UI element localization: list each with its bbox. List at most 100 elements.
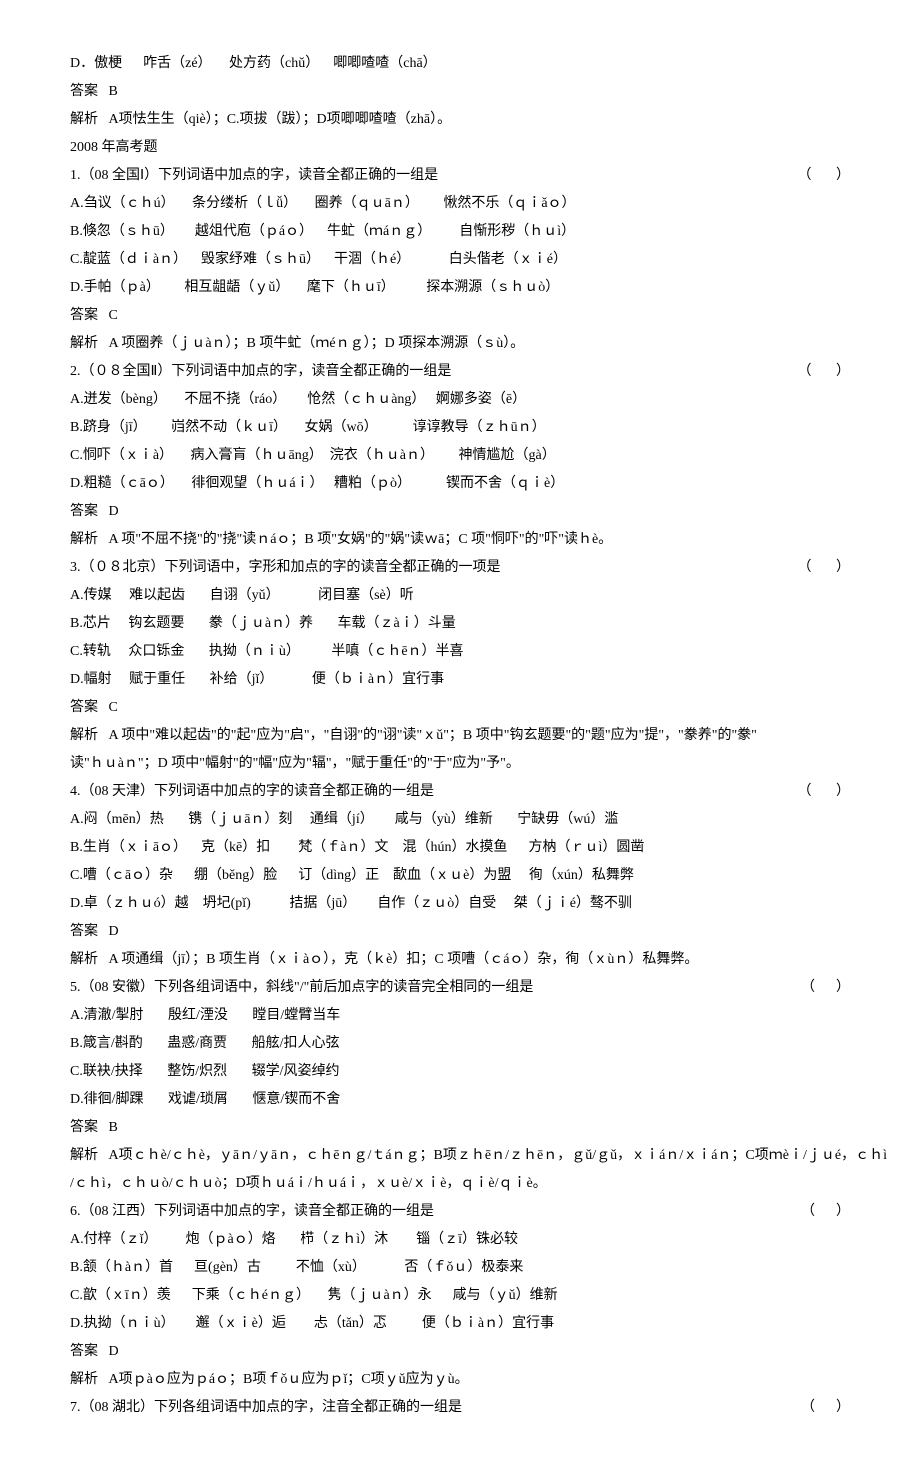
line-text: A.迸发（bèng） 不屈不挠（ráo） 怆然（ｃｈｕàng） 婀娜多姿（ē）: [70, 392, 526, 407]
line-text: C.靛蓝（ｄｉàｎ） 毁家纾难（ｓｈū） 干涸（ｈé） 白头偕老（ｘｉé）: [70, 252, 567, 267]
line-text: 答案 C: [70, 700, 118, 715]
line-text: B.颔（ｈàｎ）首 亘(gèn）古 不恤（xù） 否（ｆǒｕ）极泰来: [70, 1260, 523, 1275]
answer-bracket: （ ）: [801, 1198, 850, 1226]
line-text: B.倏忽（ｓｈū） 越俎代庖（ｐáｏ） 牛虻（ｍáｎｇ） 自惭形秽（ｈｕì）: [70, 224, 575, 239]
line-text: 答案 C: [70, 308, 118, 323]
text-line: C.嘈（ｃāｏ）杂 绷（běng）脸 订（dìng）正 歃血（ｘｕè）为盟 徇（…: [70, 862, 850, 890]
text-line: A.清澈/掣肘 殷红/湮没 瞠目/螳臂当车: [70, 1002, 850, 1030]
text-line: 2.（０８全国Ⅱ）下列词语中加点的字，读音全都正确的一组是（ ）: [70, 358, 850, 386]
text-line: A.闷（mēn）热 镌（ｊｕāｎ）刻 通缉（jí） 咸与（yù）维新 宁缺毋（w…: [70, 806, 850, 834]
text-line: 答案 B: [70, 1114, 850, 1142]
text-line: 答案 B: [70, 78, 850, 106]
line-text: B.箴言/斟酌 蛊惑/商贾 船舷/扣人心弦: [70, 1036, 340, 1051]
text-line: C.歆（ｘīｎ）羡 下乘（ｃｈéｎｇ） 隽（ｊｕàｎ）永 咸与（ｙǔ）维新: [70, 1282, 850, 1310]
text-line: D.执拗（ｎｉù） 邂（ｘｉè）逅 忐（tǎn）忑 便（ｂｉàｎ）宜行事: [70, 1310, 850, 1338]
text-line: 5.（08 安徽）下列各组词语中，斜线"/"前后加点字的读音完全相同的一组是 （ …: [70, 974, 850, 1002]
line-text: 解析 A项ｐàｏ应为ｐáｏ；B项ｆǒｕ应为ｐǐ；C项ｙǔ应为ｙù。: [70, 1372, 469, 1387]
text-line: 解析 A 项圈养（ｊｕàｎ）；B 项牛虻（ｍéｎｇ）；D 项探本溯源（ｓù）。: [70, 330, 850, 358]
answer-bracket: （ ）: [798, 554, 851, 582]
line-text: 解析 A 项通缉（jī）；B 项生肖（ｘｉàｏ），克（ｋè）扣；C 项嘈（ｃáｏ…: [70, 952, 698, 967]
line-text: D.卓（ｚｈｕó）越 坍圮(pǐ) 拮据（jū） 自作（ｚｕò）自受 桀（ｊｉé…: [70, 896, 632, 911]
line-text: 解析 A 项"不屈不挠"的"挠"读ｎáｏ；B 项"女娲"的"娲"读ｗā；C 项"…: [70, 532, 612, 547]
text-line: 答案 D: [70, 498, 850, 526]
text-line: A.传媒 难以起齿 自诩（yǔ） 闭目塞（sè）听: [70, 582, 850, 610]
line-text: C.联袂/抉择 整饬/炽烈 辍学/风姿绰约: [70, 1064, 340, 1079]
line-text: D.粗糙（ｃāｏ） 徘徊观望（ｈｕáｉ） 糟粕（ｐò） 锲而不舍（ｑｉè）: [70, 476, 564, 491]
line-text: 6.（08 江西）下列词语中加点的字，读音全都正确的一组是: [70, 1204, 434, 1219]
text-line: D.幅射 赋于重任 补给（jǐ） 便（ｂｉàｎ）宜行事: [70, 666, 850, 694]
text-line: 解析 A项ｐàｏ应为ｐáｏ；B项ｆǒｕ应为ｐǐ；C项ｙǔ应为ｙù。: [70, 1366, 850, 1394]
text-line: C.转轨 众口铄金 执拗（ｎｉù） 半嗔（ｃｈēｎ）半喜: [70, 638, 850, 666]
text-line: 4.（08 天津）下列词语中加点的字的读音全都正确的一组是 （ ）: [70, 778, 850, 806]
text-line: D．傲梗 咋舌（zé） 处方药（chǔ） 唧唧喳喳（chā）: [70, 50, 850, 78]
line-text: D．傲梗 咋舌（zé） 处方药（chǔ） 唧唧喳喳（chā）: [70, 56, 437, 71]
text-line: B.生肖（ｘｉāｏ） 克（kē）扣 梵（ｆàｎ）文 混（hún）水摸鱼 方枘（ｒ…: [70, 834, 850, 862]
line-text: C.恫吓（ｘｉà） 病入膏肓（ｈｕāng） 浣衣（ｈｕàｎ） 神情尴尬（gà）: [70, 448, 556, 463]
text-line: A.迸发（bèng） 不屈不挠（ráo） 怆然（ｃｈｕàng） 婀娜多姿（ē）: [70, 386, 850, 414]
text-line: 解析 A 项"不屈不挠"的"挠"读ｎáｏ；B 项"女娲"的"娲"读ｗā；C 项"…: [70, 526, 850, 554]
answer-bracket: （ ）: [798, 162, 851, 190]
text-line: D.徘徊/脚踝 戏谑/琐屑 惬意/锲而不舍: [70, 1086, 850, 1114]
line-text: A.清澈/掣肘 殷红/湮没 瞠目/螳臂当车: [70, 1008, 340, 1023]
line-text: C.歆（ｘīｎ）羡 下乘（ｃｈéｎｇ） 隽（ｊｕàｎ）永 咸与（ｙǔ）维新: [70, 1288, 558, 1303]
text-line: B.倏忽（ｓｈū） 越俎代庖（ｐáｏ） 牛虻（ｍáｎｇ） 自惭形秽（ｈｕì）: [70, 218, 850, 246]
line-text: 答案 D: [70, 504, 119, 519]
text-line: D.卓（ｚｈｕó）越 坍圮(pǐ) 拮据（jū） 自作（ｚｕò）自受 桀（ｊｉé…: [70, 890, 850, 918]
line-text: D.徘徊/脚踝 戏谑/琐屑 惬意/锲而不舍: [70, 1092, 340, 1107]
text-line: C.靛蓝（ｄｉàｎ） 毁家纾难（ｓｈū） 干涸（ｈé） 白头偕老（ｘｉé）: [70, 246, 850, 274]
line-text: 解析 A 项圈养（ｊｕàｎ）；B 项牛虻（ｍéｎｇ）；D 项探本溯源（ｓù）。: [70, 336, 524, 351]
line-text: D.手帕（ｐà） 相互龃龉（ｙǔ） 麾下（ｈｕī） 探本溯源（ｓｈｕò）: [70, 280, 559, 295]
text-line: 答案 C: [70, 302, 850, 330]
text-line: 读"ｈｕàｎ"；D 项中"幅射"的"幅"应为"辐"，"赋于重任"的"于"应为"予…: [70, 750, 850, 778]
answer-bracket: （ ）: [801, 974, 850, 1002]
text-line: A.刍议（ｃｈú） 条分缕析（ｌǚ） 圈养（ｑｕāｎ） 愀然不乐（ｑｉǎｏ）: [70, 190, 850, 218]
line-text: A.付梓（ｚǐ） 炮（ｐàｏ）烙 栉（ｚｈì）沐 锱（ｚī）铢必较: [70, 1232, 518, 1247]
text-line: 解析 A 项中"难以起齿"的"起"应为"启"，"自诩"的"诩"读"ｘǔ"；B 项…: [70, 722, 850, 750]
line-text: 3.（０８北京）下列词语中，字形和加点的字的读音全都正确的一项是: [70, 560, 501, 575]
text-line: 答案 D: [70, 918, 850, 946]
line-text: /ｃｈì，ｃｈｕò/ｃｈｕò；D项ｈｕáｉ/ｈｕáｉ，ｘｕè/ｘｉè，ｑｉè/ｑ…: [70, 1176, 547, 1191]
line-text: 答案 B: [70, 1120, 118, 1135]
text-line: 6.（08 江西）下列词语中加点的字，读音全都正确的一组是 （ ）: [70, 1198, 850, 1226]
text-line: 解析 A 项通缉（jī）；B 项生肖（ｘｉàｏ），克（ｋè）扣；C 项嘈（ｃáｏ…: [70, 946, 850, 974]
text-line: B.跻身（jī） 岿然不动（ｋｕī） 女娲（wō） 谆谆教导（ｚｈūｎ）: [70, 414, 850, 442]
line-text: 2008 年高考题: [70, 140, 158, 155]
line-text: A.刍议（ｃｈú） 条分缕析（ｌǚ） 圈养（ｑｕāｎ） 愀然不乐（ｑｉǎｏ）: [70, 196, 576, 211]
line-text: 解析 A项怯生生（qiè）；C.项拔（跋）；D项唧唧喳喳（zhā）。: [70, 112, 451, 127]
text-line: B.颔（ｈàｎ）首 亘(gèn）古 不恤（xù） 否（ｆǒｕ）极泰来: [70, 1254, 850, 1282]
line-text: B.芯片 钩玄题要 豢（ｊｕàｎ）养 车载（ｚàｉ）斗量: [70, 616, 456, 631]
line-text: 4.（08 天津）下列词语中加点的字的读音全都正确的一组是: [70, 784, 434, 799]
answer-bracket: （ ）: [798, 778, 851, 806]
document-body: D．傲梗 咋舌（zé） 处方药（chǔ） 唧唧喳喳（chā） 答案 B 解析 A项怯…: [70, 50, 850, 1422]
line-text: 2.（０８全国Ⅱ）下列词语中加点的字，读音全都正确的一组是: [70, 364, 451, 379]
text-line: 7.（08 湖北）下列各组词语中加点的字，注音全都正确的一组是 （ ）: [70, 1394, 850, 1422]
line-text: 答案 D: [70, 1344, 119, 1359]
text-line: D.手帕（ｐà） 相互龃龉（ｙǔ） 麾下（ｈｕī） 探本溯源（ｓｈｕò）: [70, 274, 850, 302]
text-line: B.芯片 钩玄题要 豢（ｊｕàｎ）养 车载（ｚàｉ）斗量: [70, 610, 850, 638]
text-line: 3.（０８北京）下列词语中，字形和加点的字的读音全都正确的一项是 （ ）: [70, 554, 850, 582]
text-line: 解析 A项怯生生（qiè）；C.项拔（跋）；D项唧唧喳喳（zhā）。: [70, 106, 850, 134]
text-line: 答案 D: [70, 1338, 850, 1366]
text-line: 2008 年高考题: [70, 134, 850, 162]
line-text: 答案 B: [70, 84, 118, 99]
text-line: A.付梓（ｚǐ） 炮（ｐàｏ）烙 栉（ｚｈì）沐 锱（ｚī）铢必较: [70, 1226, 850, 1254]
line-text: 答案 D: [70, 924, 119, 939]
text-line: /ｃｈì，ｃｈｕò/ｃｈｕò；D项ｈｕáｉ/ｈｕáｉ，ｘｕè/ｘｉè，ｑｉè/ｑ…: [70, 1170, 850, 1198]
line-text: B.生肖（ｘｉāｏ） 克（kē）扣 梵（ｆàｎ）文 混（hún）水摸鱼 方枘（ｒ…: [70, 840, 644, 855]
line-text: 5.（08 安徽）下列各组词语中，斜线"/"前后加点字的读音完全相同的一组是: [70, 980, 533, 995]
text-line: C.联袂/抉择 整饬/炽烈 辍学/风姿绰约: [70, 1058, 850, 1086]
line-text: C.嘈（ｃāｏ）杂 绷（běng）脸 订（dìng）正 歃血（ｘｕè）为盟 徇（…: [70, 868, 634, 883]
line-text: 7.（08 湖北）下列各组词语中加点的字，注音全都正确的一组是: [70, 1400, 462, 1415]
answer-bracket: （ ）: [801, 1394, 850, 1422]
text-line: D.粗糙（ｃāｏ） 徘徊观望（ｈｕáｉ） 糟粕（ｐò） 锲而不舍（ｑｉè）: [70, 470, 850, 498]
text-line: B.箴言/斟酌 蛊惑/商贾 船舷/扣人心弦: [70, 1030, 850, 1058]
text-line: 答案 C: [70, 694, 850, 722]
line-text: 解析 A项ｃｈè/ｃｈè，ｙāｎ/ｙāｎ，ｃｈēｎｇ/ｔáｎｇ；B项ｚｈēｎ/ｚ…: [70, 1148, 887, 1163]
line-text: D.幅射 赋于重任 补给（jǐ） 便（ｂｉàｎ）宜行事: [70, 672, 444, 687]
line-text: A.闷（mēn）热 镌（ｊｕāｎ）刻 通缉（jí） 咸与（yù）维新 宁缺毋（w…: [70, 812, 618, 827]
line-text: D.执拗（ｎｉù） 邂（ｘｉè）逅 忐（tǎn）忑 便（ｂｉàｎ）宜行事: [70, 1316, 554, 1331]
line-text: 1.（08 全国Ⅰ）下列词语中加点的字，读音全都正确的一组是: [70, 168, 438, 183]
line-text: 读"ｈｕàｎ"；D 项中"幅射"的"幅"应为"辐"，"赋于重任"的"于"应为"予…: [70, 756, 520, 771]
line-text: 解析 A 项中"难以起齿"的"起"应为"启"，"自诩"的"诩"读"ｘǔ"；B 项…: [70, 728, 757, 743]
text-line: 解析 A项ｃｈè/ｃｈè，ｙāｎ/ｙāｎ，ｃｈēｎｇ/ｔáｎｇ；B项ｚｈēｎ/ｚ…: [70, 1142, 850, 1170]
